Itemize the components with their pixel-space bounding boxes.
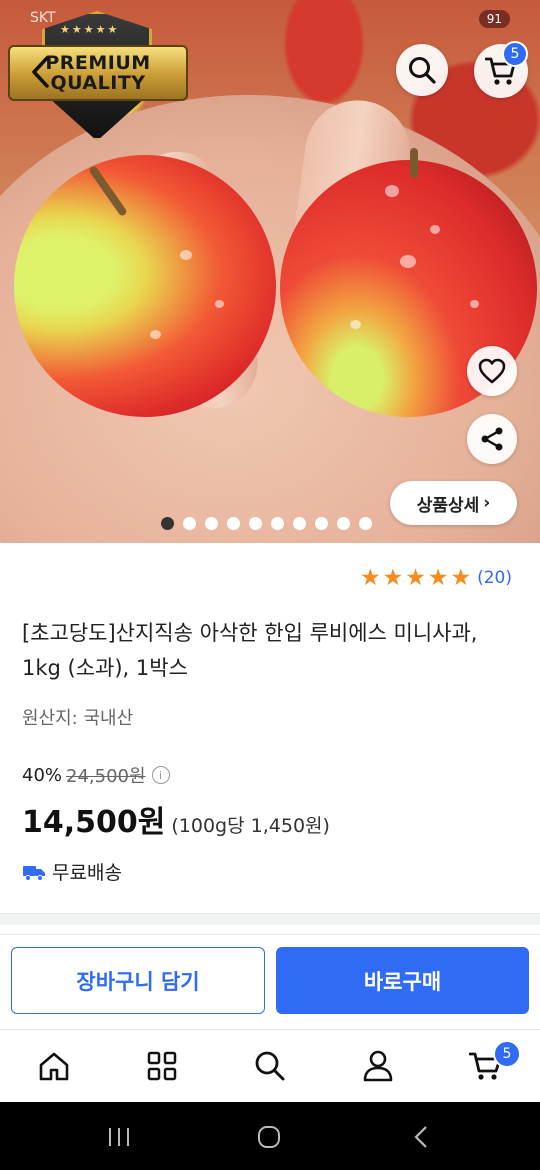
star-icon: ★ (382, 565, 404, 591)
back-button[interactable] (18, 50, 62, 94)
search-icon (409, 57, 436, 84)
heart-icon (478, 358, 506, 384)
water-drop (430, 225, 440, 234)
carousel-dot[interactable] (161, 517, 174, 530)
share-button[interactable] (467, 414, 517, 464)
product-detail-label: 상품상세 (416, 495, 480, 516)
info-icon[interactable]: i (151, 766, 170, 784)
product-detail-button[interactable]: 상품상세 › (390, 481, 517, 525)
home-icon (39, 1052, 69, 1081)
tab-search[interactable] (250, 1046, 290, 1086)
rating-summary[interactable]: ★ ★ ★ ★ ★ (20) (360, 566, 512, 590)
product-origin: 원산지: 국내산 (22, 708, 134, 729)
share-icon (481, 427, 503, 451)
cart-count-badge: 5 (502, 41, 528, 67)
system-navigation-bar (0, 1102, 540, 1170)
apple-left (14, 155, 276, 417)
grid-icon (147, 1051, 177, 1081)
discount-line: 40% 24,500원 i (22, 762, 170, 788)
tab-home[interactable] (34, 1046, 74, 1086)
shipping-label: 무료배송 (52, 862, 122, 884)
water-drop (180, 250, 192, 260)
water-drop (470, 300, 479, 308)
carousel-dot[interactable] (293, 517, 306, 530)
tab-cart-badge: 5 (493, 1040, 521, 1068)
water-drop (350, 320, 361, 329)
apple-stem (410, 148, 418, 178)
back-nav-icon (414, 1126, 427, 1148)
section-divider (0, 913, 540, 925)
purchase-actions: 장바구니 담기 바로구매 (0, 934, 540, 1027)
carousel-indicator (161, 517, 372, 530)
original-price: 24,500원 (66, 766, 146, 787)
sale-price-line: 14,500원 (100g당 1,450원) (22, 797, 330, 841)
product-title: [초고당도]산지직송 아삭한 한입 루비에스 미니사과, 1kg (소과), 1… (22, 621, 478, 680)
recent-apps-icon (109, 1128, 129, 1146)
unit-price: (100g당 1,450원) (171, 815, 330, 837)
battery-indicator: 91 (478, 10, 510, 28)
carousel-dot[interactable] (337, 517, 350, 530)
search-button[interactable] (396, 44, 448, 96)
truck-icon (23, 865, 45, 881)
star-icon: ★ (450, 565, 472, 591)
tab-my-page[interactable] (358, 1046, 398, 1086)
discount-rate: 40% (22, 764, 63, 786)
back-icon (32, 56, 49, 88)
recent-apps-button[interactable] (104, 1122, 134, 1152)
home-circle-icon (258, 1126, 280, 1148)
star-icon: ★ (359, 565, 381, 591)
star-icon: ★ (427, 565, 449, 591)
carousel-dot[interactable] (227, 517, 240, 530)
buy-now-button[interactable]: 바로구매 (276, 947, 529, 1014)
home-nav-button[interactable] (254, 1122, 284, 1152)
water-drop (385, 185, 399, 197)
review-count[interactable]: (20) (477, 568, 512, 588)
status-icons: 91 (478, 10, 510, 28)
badge-line-2: QUALITY (50, 72, 146, 94)
water-drop (150, 330, 161, 339)
carousel-dot[interactable] (271, 517, 284, 530)
sale-price: 14,500원 (22, 805, 166, 840)
search-icon (255, 1051, 285, 1081)
product-image-carousel[interactable]: SKT 91 ★★★★★ PREMIUM QUALITY 5 상품상세 › (0, 0, 540, 543)
chevron-right-icon: › (483, 493, 491, 513)
bottom-tab-bar: 5 (0, 1029, 540, 1102)
tab-categories[interactable] (142, 1046, 182, 1086)
water-drop (400, 255, 416, 268)
carousel-dot[interactable] (183, 517, 196, 530)
back-nav-button[interactable] (406, 1122, 436, 1152)
wishlist-button[interactable] (467, 346, 517, 396)
badge-stars: ★★★★★ (60, 23, 120, 36)
water-drop (215, 300, 224, 308)
user-icon (363, 1050, 393, 1082)
shipping-info: 무료배송 (22, 858, 122, 885)
add-to-cart-button[interactable]: 장바구니 담기 (11, 947, 265, 1014)
product-page: SKT 91 ★★★★★ PREMIUM QUALITY 5 상품상세 › ★ … (0, 0, 540, 1170)
carousel-dot[interactable] (249, 517, 262, 530)
star-icon: ★ (405, 565, 426, 591)
carousel-dot[interactable] (315, 517, 328, 530)
carousel-dot[interactable] (359, 517, 372, 530)
carousel-dot[interactable] (205, 517, 218, 530)
